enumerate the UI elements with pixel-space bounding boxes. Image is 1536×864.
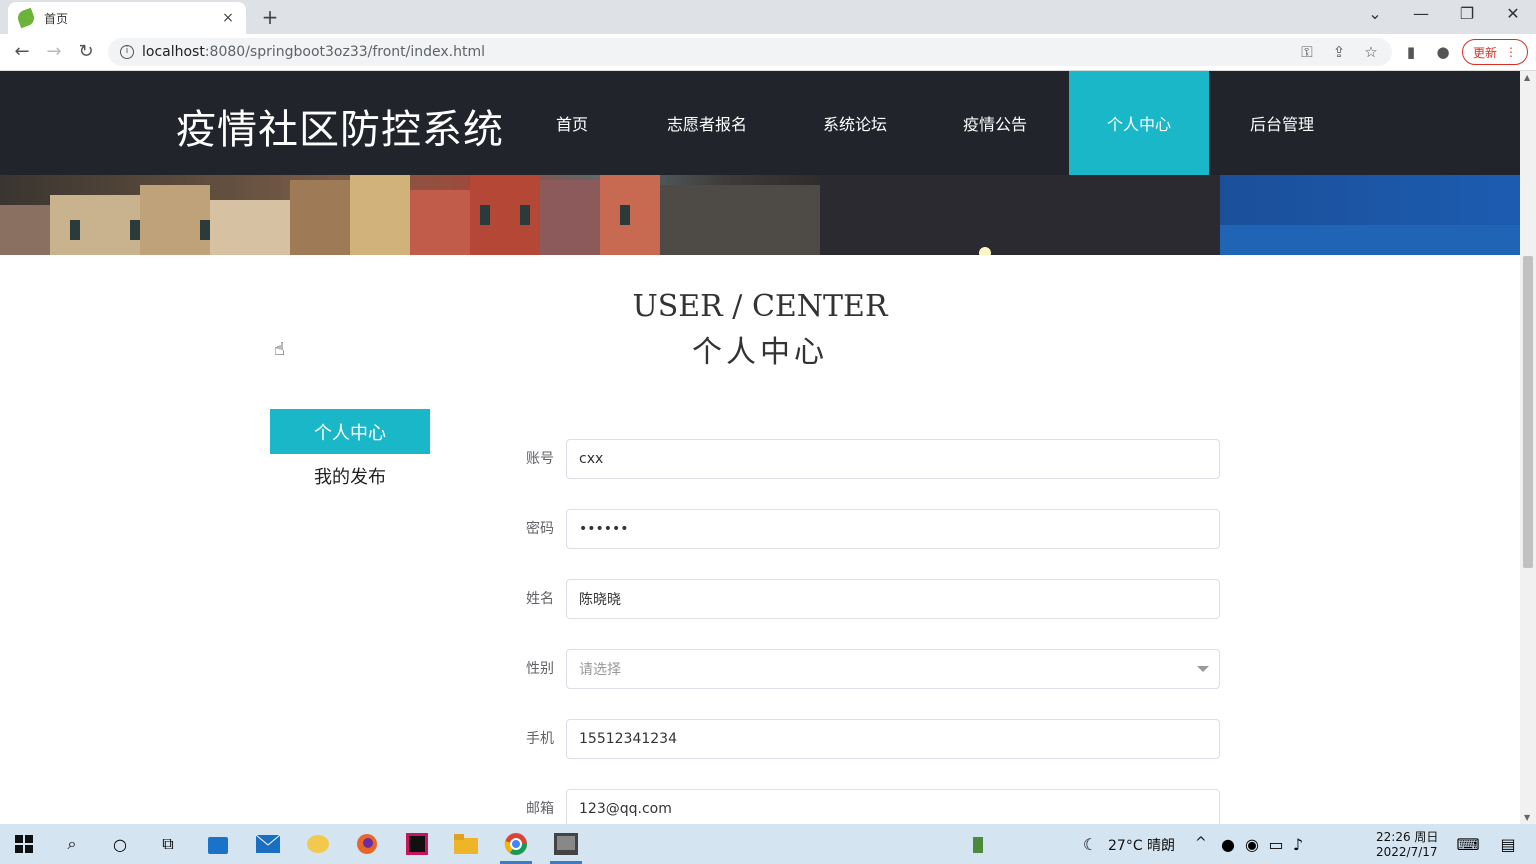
scroll-up-icon[interactable]: ▲ — [1524, 73, 1530, 82]
moon-weather-icon: ☾ — [1082, 834, 1098, 854]
scrollbar-thumb[interactable] — [1523, 256, 1533, 568]
account-label: 账号 — [526, 451, 554, 467]
nav-user-center[interactable]: 个人中心 — [1069, 71, 1209, 175]
password-label: 密码 — [526, 521, 554, 537]
back-icon[interactable]: ← — [10, 42, 34, 62]
password-input[interactable]: •••••• — [566, 509, 1220, 549]
notification-icon[interactable]: ▤ — [1496, 832, 1520, 856]
key-icon[interactable]: ⚿ — [1297, 43, 1317, 61]
tab-search-icon[interactable]: ⌄ — [1352, 4, 1398, 23]
tray-expand-icon[interactable]: ^ — [1195, 835, 1207, 851]
page-viewport: 疫情社区防控系统 首页 志愿者报名 系统论坛 疫情公告 个人中心 后台管理 US… — [0, 71, 1520, 824]
scroll-down-icon[interactable]: ▼ — [1524, 813, 1530, 822]
form-row-phone: 手机 15512341234 — [510, 719, 1220, 759]
tab-title: 首页 — [44, 11, 69, 26]
firefox-icon[interactable] — [355, 832, 379, 856]
clock-time[interactable]: 22:26 周日 — [1376, 828, 1438, 845]
battery-saver-icon[interactable] — [966, 832, 990, 856]
update-button[interactable]: 更新 ⋮ — [1462, 39, 1528, 65]
maximize-icon[interactable]: ❐ — [1444, 4, 1490, 23]
sync-icon[interactable]: ◉ — [1240, 832, 1264, 856]
leaf-icon — [15, 7, 37, 29]
new-tab-button[interactable]: + — [258, 5, 282, 29]
info-icon[interactable]: i — [120, 45, 134, 59]
town-illustration — [0, 175, 1520, 255]
cortana-icon[interactable]: ○ — [108, 832, 132, 856]
minimize-icon[interactable]: — — [1398, 4, 1444, 23]
form-row-account: 账号 cxx — [510, 439, 1220, 479]
nav-forum[interactable]: 系统论坛 — [800, 71, 910, 175]
banner-image — [0, 175, 1520, 255]
site-brand: 疫情社区防控系统 — [176, 107, 504, 153]
section-title-zh: 个人中心 — [692, 335, 828, 370]
sidebar-item-user-center[interactable]: 个人中心 — [270, 409, 430, 454]
store-icon[interactable] — [206, 832, 230, 856]
profile-icon[interactable]: ● — [1433, 43, 1453, 61]
url-text: localhost:8080/springboot3oz33/front/ind… — [142, 44, 486, 60]
search-icon[interactable]: ⌕ — [60, 832, 84, 856]
windows-taskbar: ⌕ ○ ⧉ ☾ 27°C 晴朗 ^ ● ◉ ▭ ♪ 22:26 周日 2022/… — [0, 824, 1536, 864]
browser-tab[interactable]: 首页 × — [8, 2, 246, 34]
page-scrollbar[interactable]: ▲ ▼ — [1520, 71, 1536, 824]
terminal-icon[interactable] — [554, 832, 578, 856]
phone-input[interactable]: 15512341234 — [566, 719, 1220, 759]
nav-home[interactable]: 首页 — [527, 71, 617, 175]
email-label: 邮箱 — [526, 801, 554, 817]
clock-date[interactable]: 2022/7/17 — [1376, 845, 1438, 859]
update-label: 更新 — [1472, 45, 1497, 60]
windows-start-icon[interactable] — [12, 832, 36, 856]
volume-icon[interactable]: ♪ — [1286, 832, 1310, 856]
chevron-down-icon — [1197, 666, 1209, 672]
ime-icon[interactable]: ⌨ — [1456, 832, 1480, 856]
forward-icon[interactable]: → — [42, 42, 66, 62]
weather-text[interactable]: 27°C 晴朗 — [1108, 835, 1175, 855]
nav-admin[interactable]: 后台管理 — [1230, 71, 1334, 175]
form-row-gender: 性别 请选择 — [510, 649, 1220, 689]
hand-cursor-icon: ☝ — [274, 339, 285, 360]
close-tab-icon[interactable]: × — [220, 10, 236, 26]
nav-volunteer[interactable]: 志愿者报名 — [652, 71, 762, 175]
intellij-icon[interactable] — [405, 832, 429, 856]
gender-label: 性别 — [526, 661, 554, 677]
name-input[interactable]: 陈晓晓 — [566, 579, 1220, 619]
reload-icon[interactable]: ↻ — [74, 42, 98, 62]
chrome-icon[interactable] — [504, 832, 528, 856]
task-view-icon[interactable]: ⧉ — [156, 832, 180, 856]
side-panel-icon[interactable]: ▮ — [1401, 43, 1421, 61]
address-bar: ← → ↻ i localhost:8080/springboot3oz33/f… — [0, 34, 1536, 71]
sidebar-item-my-posts[interactable]: 我的发布 — [270, 461, 430, 491]
share-icon[interactable]: ⇪ — [1329, 43, 1349, 61]
network-icon[interactable]: ▭ — [1264, 832, 1288, 856]
section-title-en: USER / CENTER — [632, 289, 888, 324]
notes-app-icon[interactable] — [306, 832, 330, 856]
mail-icon[interactable] — [256, 832, 280, 856]
qq-icon[interactable]: ● — [1216, 832, 1240, 856]
gender-placeholder: 请选择 — [579, 662, 621, 678]
url-input[interactable]: i localhost:8080/springboot3oz33/front/i… — [108, 38, 1392, 66]
menu-dots-icon: ⋮ — [1505, 45, 1517, 59]
file-explorer-icon[interactable] — [454, 832, 478, 856]
window-close-icon[interactable]: ✕ — [1490, 4, 1536, 23]
form-row-password: 密码 •••••• — [510, 509, 1220, 549]
account-input[interactable]: cxx — [566, 439, 1220, 479]
bookmark-star-icon[interactable]: ☆ — [1361, 43, 1381, 61]
gender-select[interactable]: 请选择 — [566, 649, 1220, 689]
email-input[interactable]: 123@qq.com — [566, 789, 1220, 824]
form-row-email: 邮箱 123@qq.com — [510, 789, 1220, 824]
nav-announcement[interactable]: 疫情公告 — [940, 71, 1050, 175]
site-header: 疫情社区防控系统 首页 志愿者报名 系统论坛 疫情公告 个人中心 后台管理 — [0, 71, 1520, 175]
phone-label: 手机 — [526, 731, 554, 747]
browser-tab-strip: 首页 × + ⌄ — ❐ ✕ — [0, 0, 1536, 34]
form-row-name: 姓名 陈晓晓 — [510, 579, 1220, 619]
name-label: 姓名 — [526, 591, 554, 607]
